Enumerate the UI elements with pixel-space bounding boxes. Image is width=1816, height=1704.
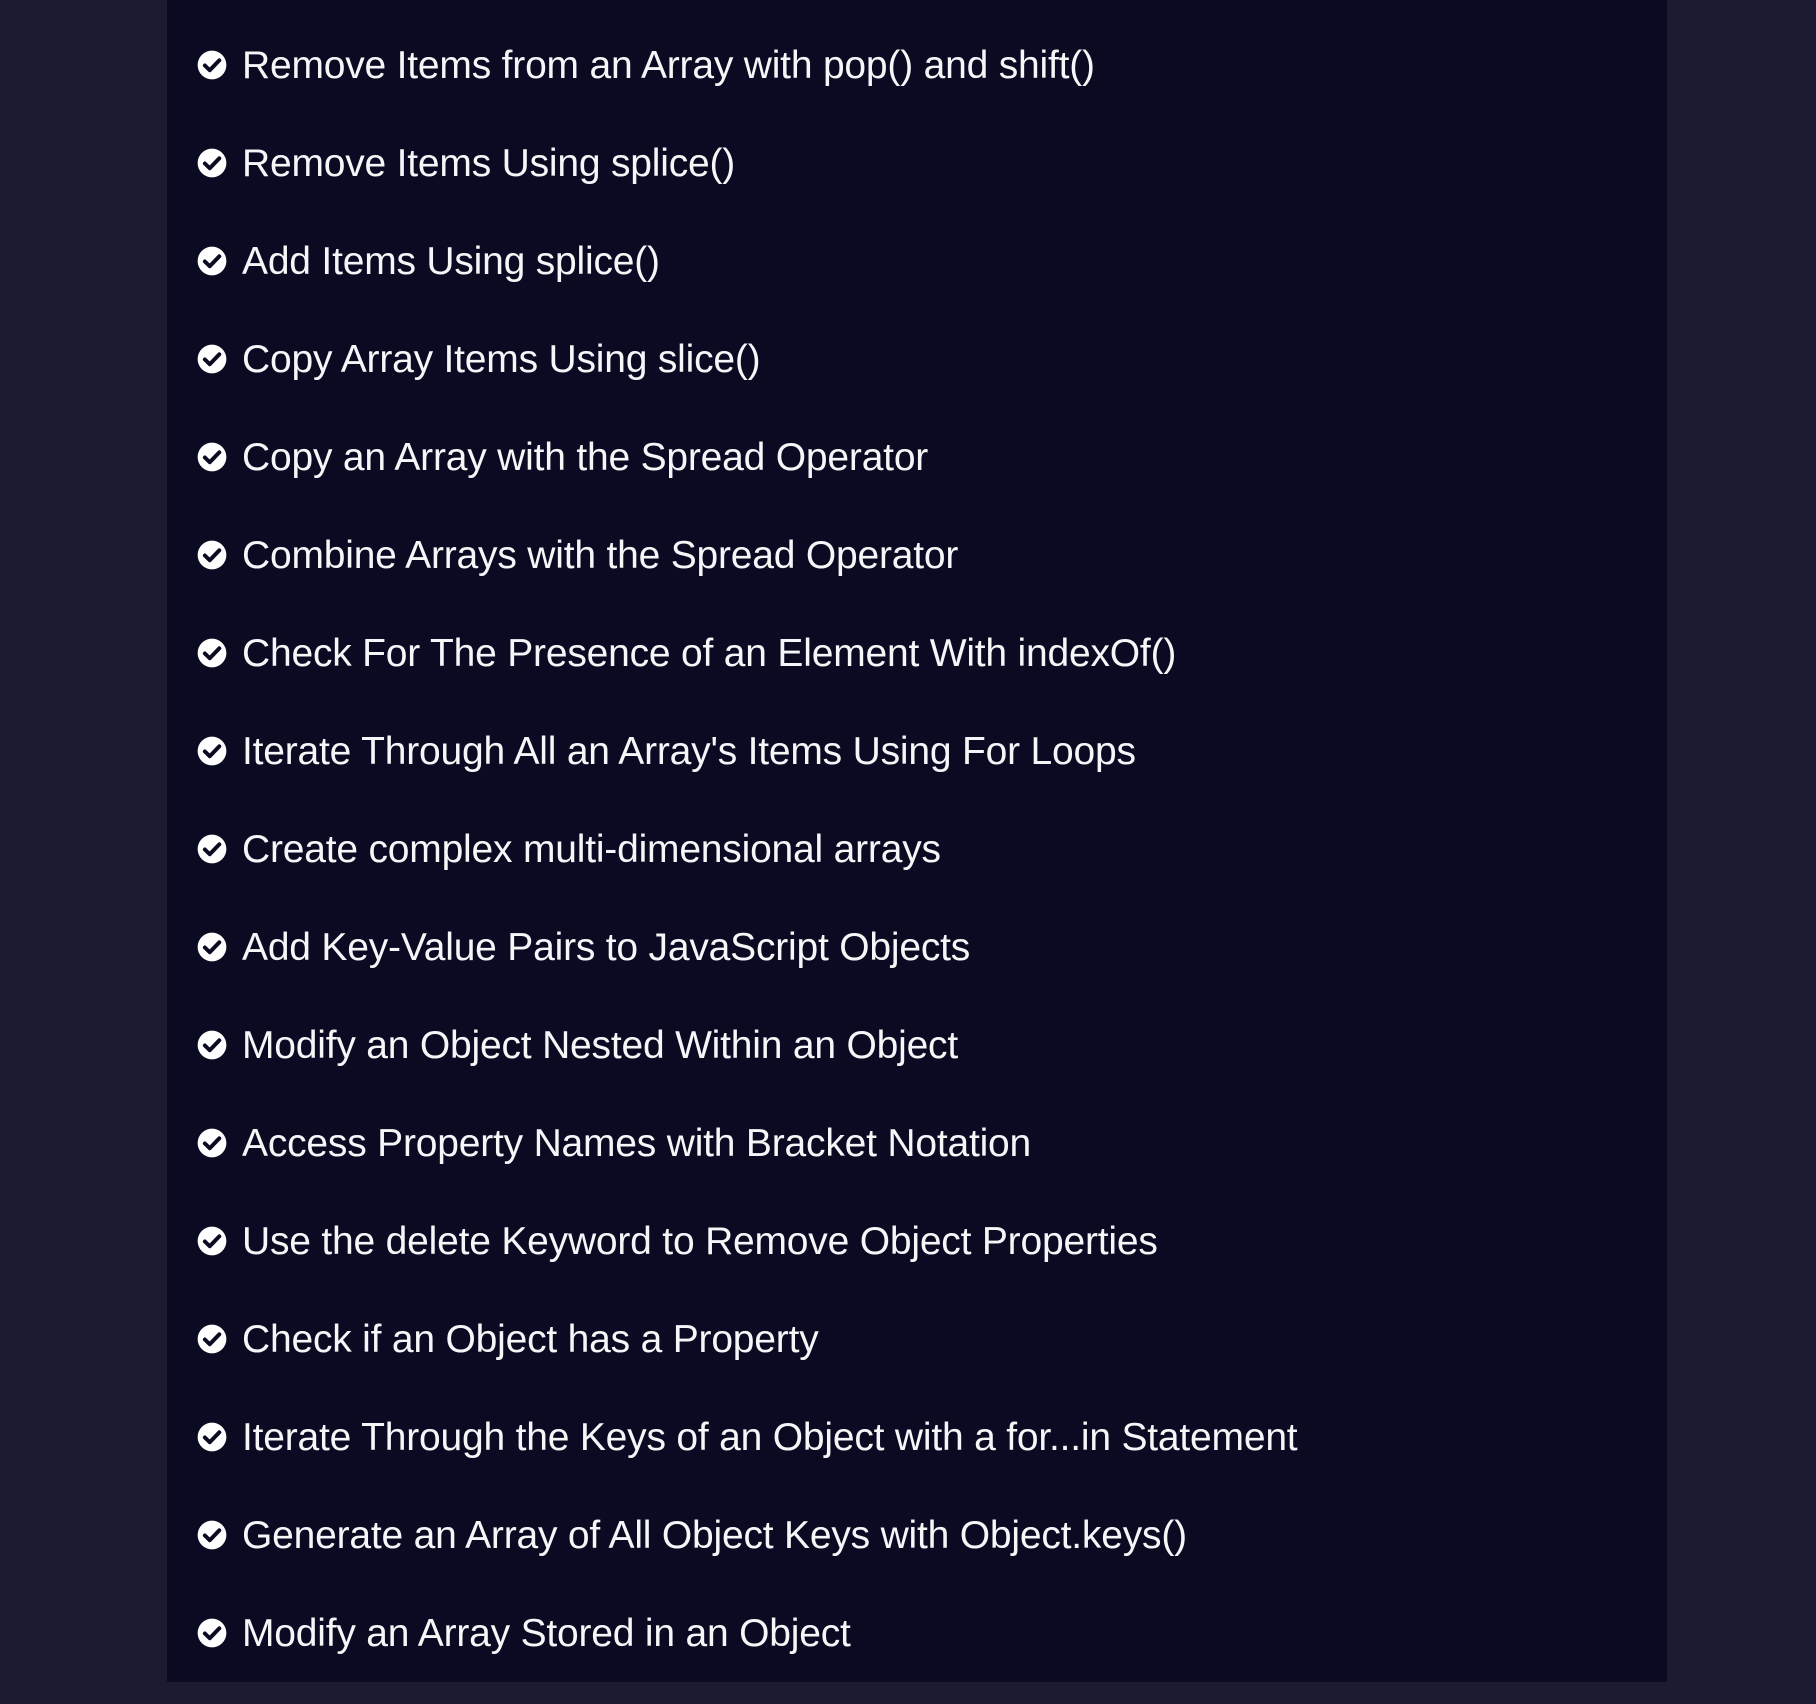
check-circle-icon bbox=[197, 1030, 227, 1060]
challenge-item[interactable]: Iterate Through All an Array's Items Usi… bbox=[197, 702, 1297, 800]
challenge-label: Remove Items Using splice() bbox=[242, 141, 736, 185]
check-circle-icon bbox=[197, 932, 227, 962]
challenge-label: Access Property Names with Bracket Notat… bbox=[242, 1121, 1032, 1165]
challenge-label: Generate an Array of All Object Keys wit… bbox=[242, 1513, 1187, 1557]
check-circle-icon bbox=[197, 1422, 227, 1452]
challenge-item[interactable]: Add Items Using splice() bbox=[197, 212, 1297, 310]
challenge-item[interactable]: Copy an Array with the Spread Operator bbox=[197, 408, 1297, 506]
challenge-item[interactable]: Generate an Array of All Object Keys wit… bbox=[197, 1486, 1297, 1584]
challenge-item[interactable]: Combine Arrays with the Spread Operator bbox=[197, 506, 1297, 604]
challenge-label: Copy an Array with the Spread Operator bbox=[242, 435, 929, 479]
challenge-label: Modify an Object Nested Within an Object bbox=[242, 1023, 958, 1067]
challenge-label: Combine Arrays with the Spread Operator bbox=[242, 533, 959, 577]
challenge-label: Remove Items from an Array with pop() an… bbox=[242, 43, 1095, 87]
challenge-label: Iterate Through the Keys of an Object wi… bbox=[242, 1415, 1298, 1459]
challenge-label: Copy Array Items Using slice() bbox=[242, 337, 761, 381]
challenge-item[interactable]: Check For The Presence of an Element Wit… bbox=[197, 604, 1297, 702]
check-circle-icon bbox=[197, 50, 227, 80]
challenge-list: Remove Items from an Array with pop() an… bbox=[197, 16, 1298, 1682]
check-circle-icon bbox=[197, 246, 227, 276]
challenge-label: Add Items Using splice() bbox=[242, 239, 660, 283]
check-circle-icon bbox=[197, 736, 227, 766]
challenge-item[interactable]: Iterate Through the Keys of an Object wi… bbox=[197, 1388, 1298, 1486]
challenge-label: Create complex multi-dimensional arrays bbox=[242, 827, 941, 871]
challenge-item[interactable]: Remove Items from an Array with pop() an… bbox=[197, 16, 1297, 114]
challenge-item[interactable]: Remove Items Using splice() bbox=[197, 114, 1297, 212]
challenge-item[interactable]: Copy Array Items Using slice() bbox=[197, 310, 1297, 408]
check-circle-icon bbox=[197, 344, 227, 374]
challenge-item[interactable]: Access Property Names with Bracket Notat… bbox=[197, 1094, 1297, 1192]
challenge-label: Iterate Through All an Array's Items Usi… bbox=[242, 729, 1136, 773]
check-circle-icon bbox=[197, 638, 227, 668]
challenge-label: Check For The Presence of an Element Wit… bbox=[242, 631, 1177, 675]
check-circle-icon bbox=[197, 1520, 227, 1550]
challenge-item[interactable]: Use the delete Keyword to Remove Object … bbox=[197, 1192, 1297, 1290]
check-circle-icon bbox=[197, 540, 227, 570]
challenge-item[interactable]: Modify an Object Nested Within an Object bbox=[197, 996, 1297, 1094]
challenge-item[interactable]: Create complex multi-dimensional arrays bbox=[197, 800, 1297, 898]
challenge-label: Modify an Array Stored in an Object bbox=[242, 1611, 851, 1655]
challenge-item[interactable]: Check if an Object has a Property bbox=[197, 1290, 1297, 1388]
challenge-list-panel: Remove Items from an Array with pop() an… bbox=[167, 0, 1667, 1682]
check-circle-icon bbox=[197, 442, 227, 472]
check-circle-icon bbox=[197, 1618, 227, 1648]
check-circle-icon bbox=[197, 1128, 227, 1158]
check-circle-icon bbox=[197, 148, 227, 178]
challenge-label: Use the delete Keyword to Remove Object … bbox=[242, 1219, 1158, 1263]
challenge-label: Check if an Object has a Property bbox=[242, 1317, 819, 1361]
challenge-label: Add Key-Value Pairs to JavaScript Object… bbox=[242, 925, 971, 969]
challenge-item[interactable]: Modify an Array Stored in an Object bbox=[197, 1584, 1297, 1682]
check-circle-icon bbox=[197, 1226, 227, 1256]
check-circle-icon bbox=[197, 834, 227, 864]
check-circle-icon bbox=[197, 1324, 227, 1354]
challenge-item[interactable]: Add Key-Value Pairs to JavaScript Object… bbox=[197, 898, 1297, 996]
